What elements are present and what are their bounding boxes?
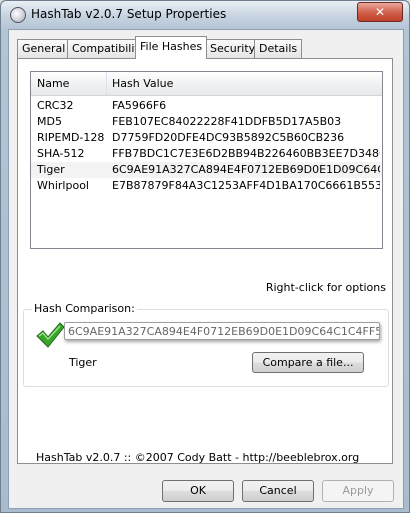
compare-file-button[interactable]: Compare a file...	[252, 352, 364, 373]
column-header-hash-value[interactable]: Hash Value	[112, 77, 173, 90]
checkmark-icon	[36, 322, 65, 348]
credit-text: HashTab v2.0.7 :: ©2007 Cody Batt - http…	[36, 451, 360, 464]
column-separator[interactable]	[106, 72, 107, 95]
hash-comparison-group: Hash Comparison: 6C9AE91A327CA894E4F0712…	[23, 302, 389, 387]
hash-name: Whirlpool	[37, 179, 89, 192]
hash-name: Tiger	[37, 163, 65, 176]
hash-name: RIPEMD-128	[37, 131, 105, 144]
tab-general[interactable]: General	[17, 39, 71, 58]
hash-name: MD5	[37, 115, 62, 128]
app-icon	[10, 7, 26, 23]
hash-value: 6C9AE91A327CA894E4F0712EB69D0E1D09C64C..…	[112, 163, 380, 176]
hash-name: SHA-512	[37, 147, 85, 160]
matched-algorithm-label: Tiger	[69, 356, 97, 369]
hash-name: CRC32	[37, 99, 74, 112]
right-click-hint: Right-click for options	[265, 281, 386, 294]
list-item[interactable]: SHA-512 FFB7BDC1C7E3E6D2BB94B226460BB3EE…	[31, 146, 382, 162]
hash-list[interactable]: Name Hash Value CRC32 FA5966F6 MD5 FEB10…	[30, 71, 383, 249]
hash-comparison-label: Hash Comparison:	[32, 302, 137, 315]
hash-value: E7B87879F84A3C1253AFF4D1BA170C6661B5537.…	[112, 179, 380, 192]
tab-security[interactable]: Security	[205, 39, 261, 58]
list-item[interactable]: RIPEMD-128 D7759FD20DFE4DC93B5892C5B60CB…	[31, 130, 382, 146]
list-header: Name Hash Value	[31, 72, 382, 96]
list-item[interactable]: Whirlpool E7B87879F84A3C1253AFF4D1BA170C…	[31, 178, 382, 194]
cancel-button[interactable]: Cancel	[242, 480, 314, 502]
file-hashes-panel: Name Hash Value CRC32 FA5966F6 MD5 FEB10…	[17, 58, 393, 464]
apply-button[interactable]: Apply	[322, 480, 394, 502]
tab-details[interactable]: Details	[254, 39, 303, 58]
properties-window: HashTab v2.0.7 Setup Properties ✕ Genera…	[0, 0, 410, 513]
ok-button[interactable]: OK	[162, 480, 234, 502]
tab-file-hashes[interactable]: File Hashes	[135, 36, 208, 59]
dialog-client: General Compatibility File Hashes Securi…	[8, 29, 404, 509]
hash-comparison-field[interactable]: 6C9AE91A327CA894E4F0712EB69D0E1D09C64C1C…	[64, 322, 380, 340]
list-item[interactable]: CRC32 FA5966F6	[31, 98, 382, 114]
hash-value: D7759FD20DFE4DC93B5892C5B60CB236	[112, 131, 345, 144]
list-item-selected[interactable]: Tiger 6C9AE91A327CA894E4F0712EB69D0E1D09…	[31, 162, 382, 178]
list-item[interactable]: MD5 FEB107EC84022228F41DDFB5D17A5B03	[31, 114, 382, 130]
close-button[interactable]: ✕	[357, 2, 403, 22]
title-bar[interactable]: HashTab v2.0.7 Setup Properties ✕	[1, 1, 409, 29]
hash-value: FA5966F6	[112, 99, 167, 112]
hash-value: FEB107EC84022228F41DDFB5D17A5B03	[112, 115, 342, 128]
hash-value: FFB7BDC1C7E3E6D2BB94B226460BB3EE7D3486..…	[112, 147, 380, 160]
window-title: HashTab v2.0.7 Setup Properties	[31, 7, 227, 21]
column-header-name[interactable]: Name	[37, 77, 69, 90]
